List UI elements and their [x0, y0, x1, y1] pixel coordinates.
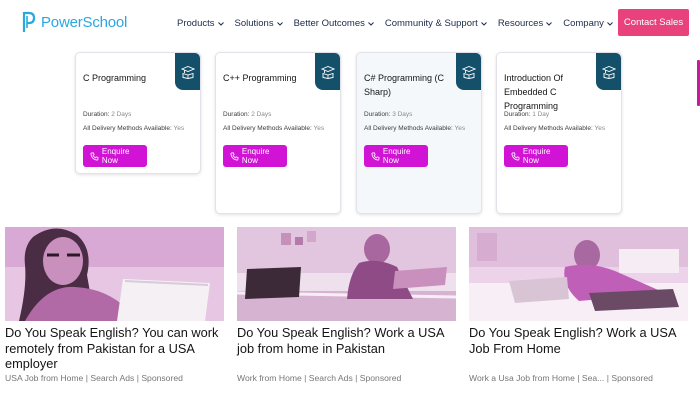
duration-label: Duration:	[83, 111, 110, 118]
enquire-label: Enquire Now	[522, 147, 551, 165]
card-corner-badge	[456, 53, 481, 90]
delivery-label: All Delivery Methods Available:	[504, 125, 593, 132]
course-title: Introduction Of Embedded C Programming	[504, 73, 564, 111]
course-card: C++ Programming Duration: 2 Days All Del…	[215, 52, 341, 214]
enquire-now-button[interactable]: Enquire Now	[83, 145, 147, 167]
sponsored-label: Sponsored	[611, 373, 653, 383]
course-delivery: All Delivery Methods Available: Yes	[504, 125, 605, 132]
article-headline[interactable]: Do You Speak English? You can work remot…	[5, 325, 224, 372]
nav-label: Resources	[497, 18, 544, 29]
duration-value: 2 Days	[111, 111, 132, 118]
duration-label: Duration:	[504, 111, 531, 118]
nav-item-better-outcomes[interactable]: Better Outcomes	[294, 18, 375, 29]
course-duration: Duration: 2 Days	[223, 111, 271, 118]
phone-icon	[371, 152, 380, 160]
chevron-down-icon	[368, 21, 374, 26]
nav-label: Solutions	[234, 18, 274, 29]
woman-on-phone-image	[237, 227, 456, 321]
contact-sales-button[interactable]: Contact Sales	[618, 9, 689, 36]
nav-label: Community & Support	[384, 18, 478, 29]
delivery-label: All Delivery Methods Available:	[83, 125, 172, 132]
nav-item-community-support[interactable]: Community & Support	[385, 18, 488, 29]
delivery-value: Yes	[454, 125, 466, 132]
nav-item-solutions[interactable]: Solutions	[235, 18, 284, 29]
nav-label: Company	[563, 18, 604, 29]
phone-icon	[230, 152, 239, 160]
sponsored-article[interactable]: Do You Speak English? You can work remot…	[5, 227, 224, 383]
nav-label: Products	[177, 18, 215, 29]
enquire-now-button[interactable]: Enquire Now	[504, 145, 568, 167]
course-card: C# Programming (C Sharp) Duration: 3 Day…	[356, 52, 482, 214]
main-nav: Products Solutions Better Outcomes Commu…	[177, 18, 614, 29]
site-header: PowerSchool Products Solutions Better Ou…	[0, 0, 700, 46]
article-source: USA Job from Home | Search Ads | Sponsor…	[5, 373, 183, 383]
nav-label: Better Outcomes	[293, 18, 365, 29]
course-delivery: All Delivery Methods Available: Yes	[83, 125, 184, 132]
duration-label: Duration:	[364, 111, 391, 118]
graduation-book-icon	[461, 65, 476, 79]
chevron-down-icon	[607, 21, 613, 26]
graduation-book-icon	[180, 65, 195, 79]
enquire-now-button[interactable]: Enquire Now	[223, 145, 287, 167]
enquire-now-button[interactable]: Enquire Now	[364, 145, 428, 167]
article-headline[interactable]: Do You Speak English? Work a USA Job Fro…	[469, 325, 688, 356]
course-duration: Duration: 1 Day	[504, 111, 549, 118]
sponsored-article[interactable]: Do You Speak English? Work a USA Job Fro…	[469, 227, 688, 383]
phone-icon	[90, 152, 99, 160]
graduation-book-icon	[320, 65, 335, 79]
article-headline[interactable]: Do You Speak English? Work a USA job fro…	[237, 325, 456, 356]
source-text: USA Job from Home | Search Ads	[5, 373, 135, 383]
chevron-down-icon	[217, 21, 224, 26]
course-card: Introduction Of Embedded C Programming D…	[496, 52, 622, 214]
course-title: C++ Programming	[223, 73, 297, 83]
graduation-book-icon	[601, 65, 616, 79]
nav-item-company[interactable]: Company	[563, 18, 614, 29]
card-corner-badge	[175, 53, 200, 90]
course-delivery: All Delivery Methods Available: Yes	[223, 125, 324, 132]
duration-value: 1 Day	[532, 111, 550, 118]
course-title: C Programming	[83, 73, 147, 83]
delivery-value: Yes	[313, 125, 325, 132]
powerschool-logo[interactable]: PowerSchool	[22, 11, 127, 33]
card-corner-badge	[596, 53, 621, 90]
logo-text: PowerSchool	[41, 13, 128, 31]
course-title: C# Programming (C Sharp)	[364, 73, 445, 97]
nav-item-products[interactable]: Products	[177, 18, 225, 29]
delivery-label: All Delivery Methods Available:	[223, 125, 312, 132]
powerschool-logo-icon	[22, 11, 36, 32]
enquire-label: Enquire Now	[241, 147, 270, 165]
course-card: C Programming Duration: 2 Days All Deliv…	[75, 52, 201, 174]
enquire-label: Enquire Now	[382, 147, 411, 165]
article-image[interactable]	[469, 227, 688, 321]
duration-label: Duration:	[223, 111, 250, 118]
duration-value: 3 Days	[392, 111, 413, 118]
article-source: Work a Usa Job from Home | Sea... | Spon…	[469, 373, 653, 383]
article-image[interactable]	[237, 227, 456, 321]
woman-with-laptop-image	[5, 227, 224, 321]
source-text: Work a Usa Job from Home | Sea...	[469, 373, 605, 383]
course-delivery: All Delivery Methods Available: Yes	[364, 125, 465, 132]
sponsored-article[interactable]: Do You Speak English? Work a USA job fro…	[237, 227, 456, 383]
duration-value: 2 Days	[251, 111, 272, 118]
nav-item-resources[interactable]: Resources	[498, 18, 553, 29]
delivery-label: All Delivery Methods Available:	[364, 125, 453, 132]
delivery-value: Yes	[173, 125, 185, 132]
course-duration: Duration: 3 Days	[364, 111, 412, 118]
source-text: Work from Home | Search Ads	[237, 373, 353, 383]
woman-lying-with-laptop-image	[469, 227, 688, 321]
card-corner-badge	[315, 53, 340, 90]
article-source: Work from Home | Search Ads | Sponsored	[237, 373, 402, 383]
article-image[interactable]	[5, 227, 224, 321]
sponsored-label: Sponsored	[359, 373, 402, 383]
enquire-label: Enquire Now	[101, 147, 130, 165]
chevron-down-icon	[546, 21, 553, 26]
delivery-value: Yes	[594, 125, 606, 132]
sponsored-label: Sponsored	[141, 373, 183, 383]
phone-icon	[511, 152, 520, 160]
course-duration: Duration: 2 Days	[83, 111, 131, 118]
chevron-down-icon	[276, 21, 283, 26]
chevron-down-icon	[480, 21, 487, 26]
